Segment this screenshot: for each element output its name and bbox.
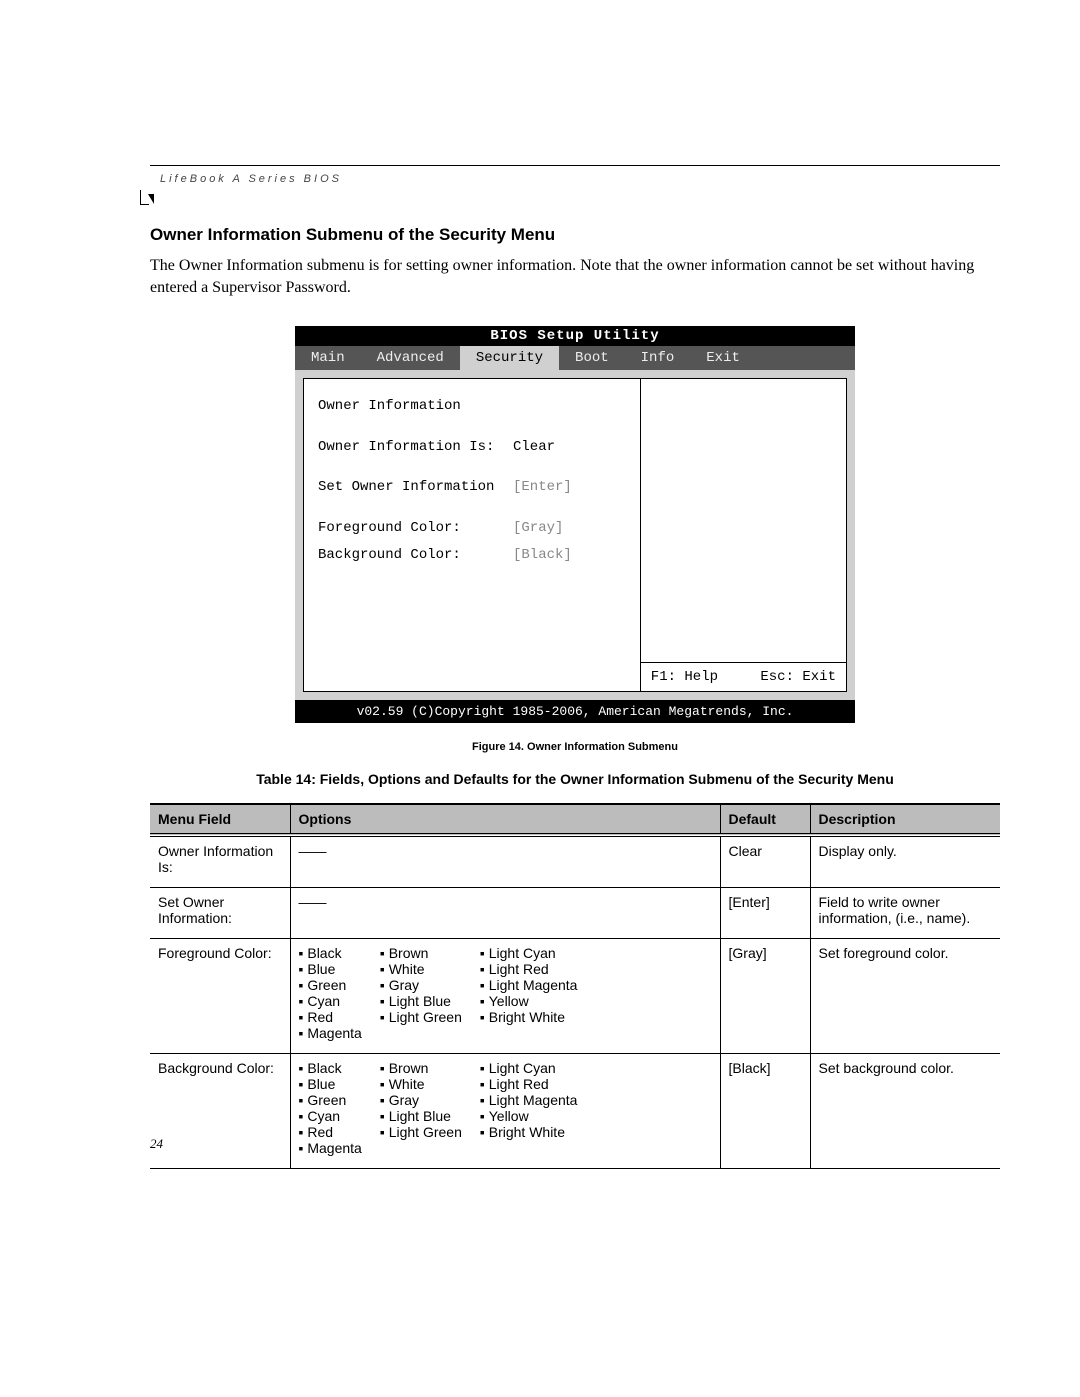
option-item: Gray xyxy=(380,977,462,993)
bios-item-label: Background Color: xyxy=(318,542,513,569)
section-title: Owner Information Submenu of the Securit… xyxy=(150,225,1000,245)
option-item: Magenta xyxy=(299,1025,362,1041)
bios-tab-advanced: Advanced xyxy=(361,346,460,370)
intro-paragraph: The Owner Information submenu is for set… xyxy=(150,255,1000,298)
cell-description: Set background color. xyxy=(810,1054,1000,1169)
table-row: Foreground Color:BlackBlueGreenCyanRedMa… xyxy=(150,939,1000,1054)
cell-default: [Enter] xyxy=(720,888,810,939)
bios-panel-heading: Owner Information xyxy=(318,393,626,420)
cell-options: BlackBlueGreenCyanRedMagenta BrownWhiteGr… xyxy=(290,939,720,1054)
cell-description: Display only. xyxy=(810,835,1000,888)
option-item: Black xyxy=(299,945,362,961)
options-dash xyxy=(299,843,327,859)
cell-menu-field: Owner Information Is: xyxy=(150,835,290,888)
option-item: Light Red xyxy=(480,961,578,977)
bios-item-label: Set Owner Information xyxy=(318,474,513,501)
option-item: White xyxy=(380,961,462,977)
option-item: Bright White xyxy=(480,1009,578,1025)
bios-right-panel: F1: Help Esc: Exit xyxy=(641,378,847,692)
option-item: Black xyxy=(299,1060,362,1076)
option-item: Light Red xyxy=(480,1076,578,1092)
option-item: Yellow xyxy=(480,993,578,1009)
bios-tab-exit: Exit xyxy=(690,346,756,370)
option-item: Light Cyan xyxy=(480,1060,578,1076)
option-item: Red xyxy=(299,1124,362,1140)
option-item: Blue xyxy=(299,961,362,977)
cell-description: Field to write owner information, (i.e.,… xyxy=(810,888,1000,939)
option-item: Blue xyxy=(299,1076,362,1092)
cell-description: Set foreground color. xyxy=(810,939,1000,1054)
bios-tab-main: Main xyxy=(295,346,361,370)
option-item: Brown xyxy=(380,945,462,961)
bios-tab-row: MainAdvancedSecurityBootInfoExit xyxy=(295,346,855,370)
bios-help-bar: F1: Help Esc: Exit xyxy=(641,662,846,691)
option-item: Light Blue xyxy=(380,1108,462,1124)
bios-item-value: Clear xyxy=(513,434,555,461)
top-rule xyxy=(150,165,1000,166)
option-item: Cyan xyxy=(299,1108,362,1124)
bios-item-label: Owner Information Is: xyxy=(318,434,513,461)
cell-default: [Black] xyxy=(720,1054,810,1169)
bios-help-f1: F1: Help xyxy=(651,669,718,685)
table-row: Background Color:BlackBlueGreenCyanRedMa… xyxy=(150,1054,1000,1169)
options-table: Menu FieldOptionsDefaultDescription Owne… xyxy=(150,803,1000,1169)
option-item: Light Green xyxy=(380,1009,462,1025)
page-number: 24 xyxy=(150,1136,163,1152)
option-item: Light Green xyxy=(380,1124,462,1140)
option-item: Red xyxy=(299,1009,362,1025)
cell-options xyxy=(290,835,720,888)
table-caption: Table 14: Fields, Options and Defaults f… xyxy=(150,771,1000,787)
options-dash xyxy=(299,894,327,910)
table-header: Options xyxy=(290,804,720,835)
option-item: Magenta xyxy=(299,1140,362,1156)
option-item: Light Cyan xyxy=(480,945,578,961)
figure-caption: Figure 14. Owner Information Submenu xyxy=(150,741,1000,753)
option-item: Green xyxy=(299,977,362,993)
cell-menu-field: Set Owner Information: xyxy=(150,888,290,939)
option-item: Light Magenta xyxy=(480,977,578,993)
table-row: Set Owner Information: [Enter]Field to wr… xyxy=(150,888,1000,939)
option-item: Light Blue xyxy=(380,993,462,1009)
cell-options xyxy=(290,888,720,939)
cell-menu-field: Foreground Color: xyxy=(150,939,290,1054)
option-item: Light Magenta xyxy=(480,1092,578,1108)
running-head: LifeBook A Series BIOS xyxy=(160,173,342,185)
bios-item-label: Foreground Color: xyxy=(318,515,513,542)
option-item: Yellow xyxy=(480,1108,578,1124)
bios-left-panel: Owner Information Owner Information Is:C… xyxy=(303,378,641,692)
bios-footer: v02.59 (C)Copyright 1985-2006, American … xyxy=(295,700,855,723)
option-item: Brown xyxy=(380,1060,462,1076)
bios-tab-security: Security xyxy=(460,346,559,370)
option-item: Green xyxy=(299,1092,362,1108)
table-header: Default xyxy=(720,804,810,835)
option-item: Gray xyxy=(380,1092,462,1108)
cell-default: [Gray] xyxy=(720,939,810,1054)
option-item: White xyxy=(380,1076,462,1092)
table-row: Owner Information Is: ClearDisplay only. xyxy=(150,835,1000,888)
cell-menu-field: Background Color: xyxy=(150,1054,290,1169)
bios-help-esc: Esc: Exit xyxy=(760,669,836,685)
bios-tab-boot: Boot xyxy=(559,346,625,370)
bios-item-value: [Black] xyxy=(513,542,572,569)
bios-item-value: [Enter] xyxy=(513,474,572,501)
bios-screenshot: BIOS Setup Utility MainAdvancedSecurityB… xyxy=(295,326,855,723)
table-header: Description xyxy=(810,804,1000,835)
cell-options: BlackBlueGreenCyanRedMagenta BrownWhiteGr… xyxy=(290,1054,720,1169)
cell-default: Clear xyxy=(720,835,810,888)
option-item: Cyan xyxy=(299,993,362,1009)
bios-titlebar: BIOS Setup Utility xyxy=(295,326,855,346)
table-header: Menu Field xyxy=(150,804,290,835)
bios-tab-info: Info xyxy=(625,346,691,370)
option-item: Bright White xyxy=(480,1124,578,1140)
bios-item-value: [Gray] xyxy=(513,515,563,542)
